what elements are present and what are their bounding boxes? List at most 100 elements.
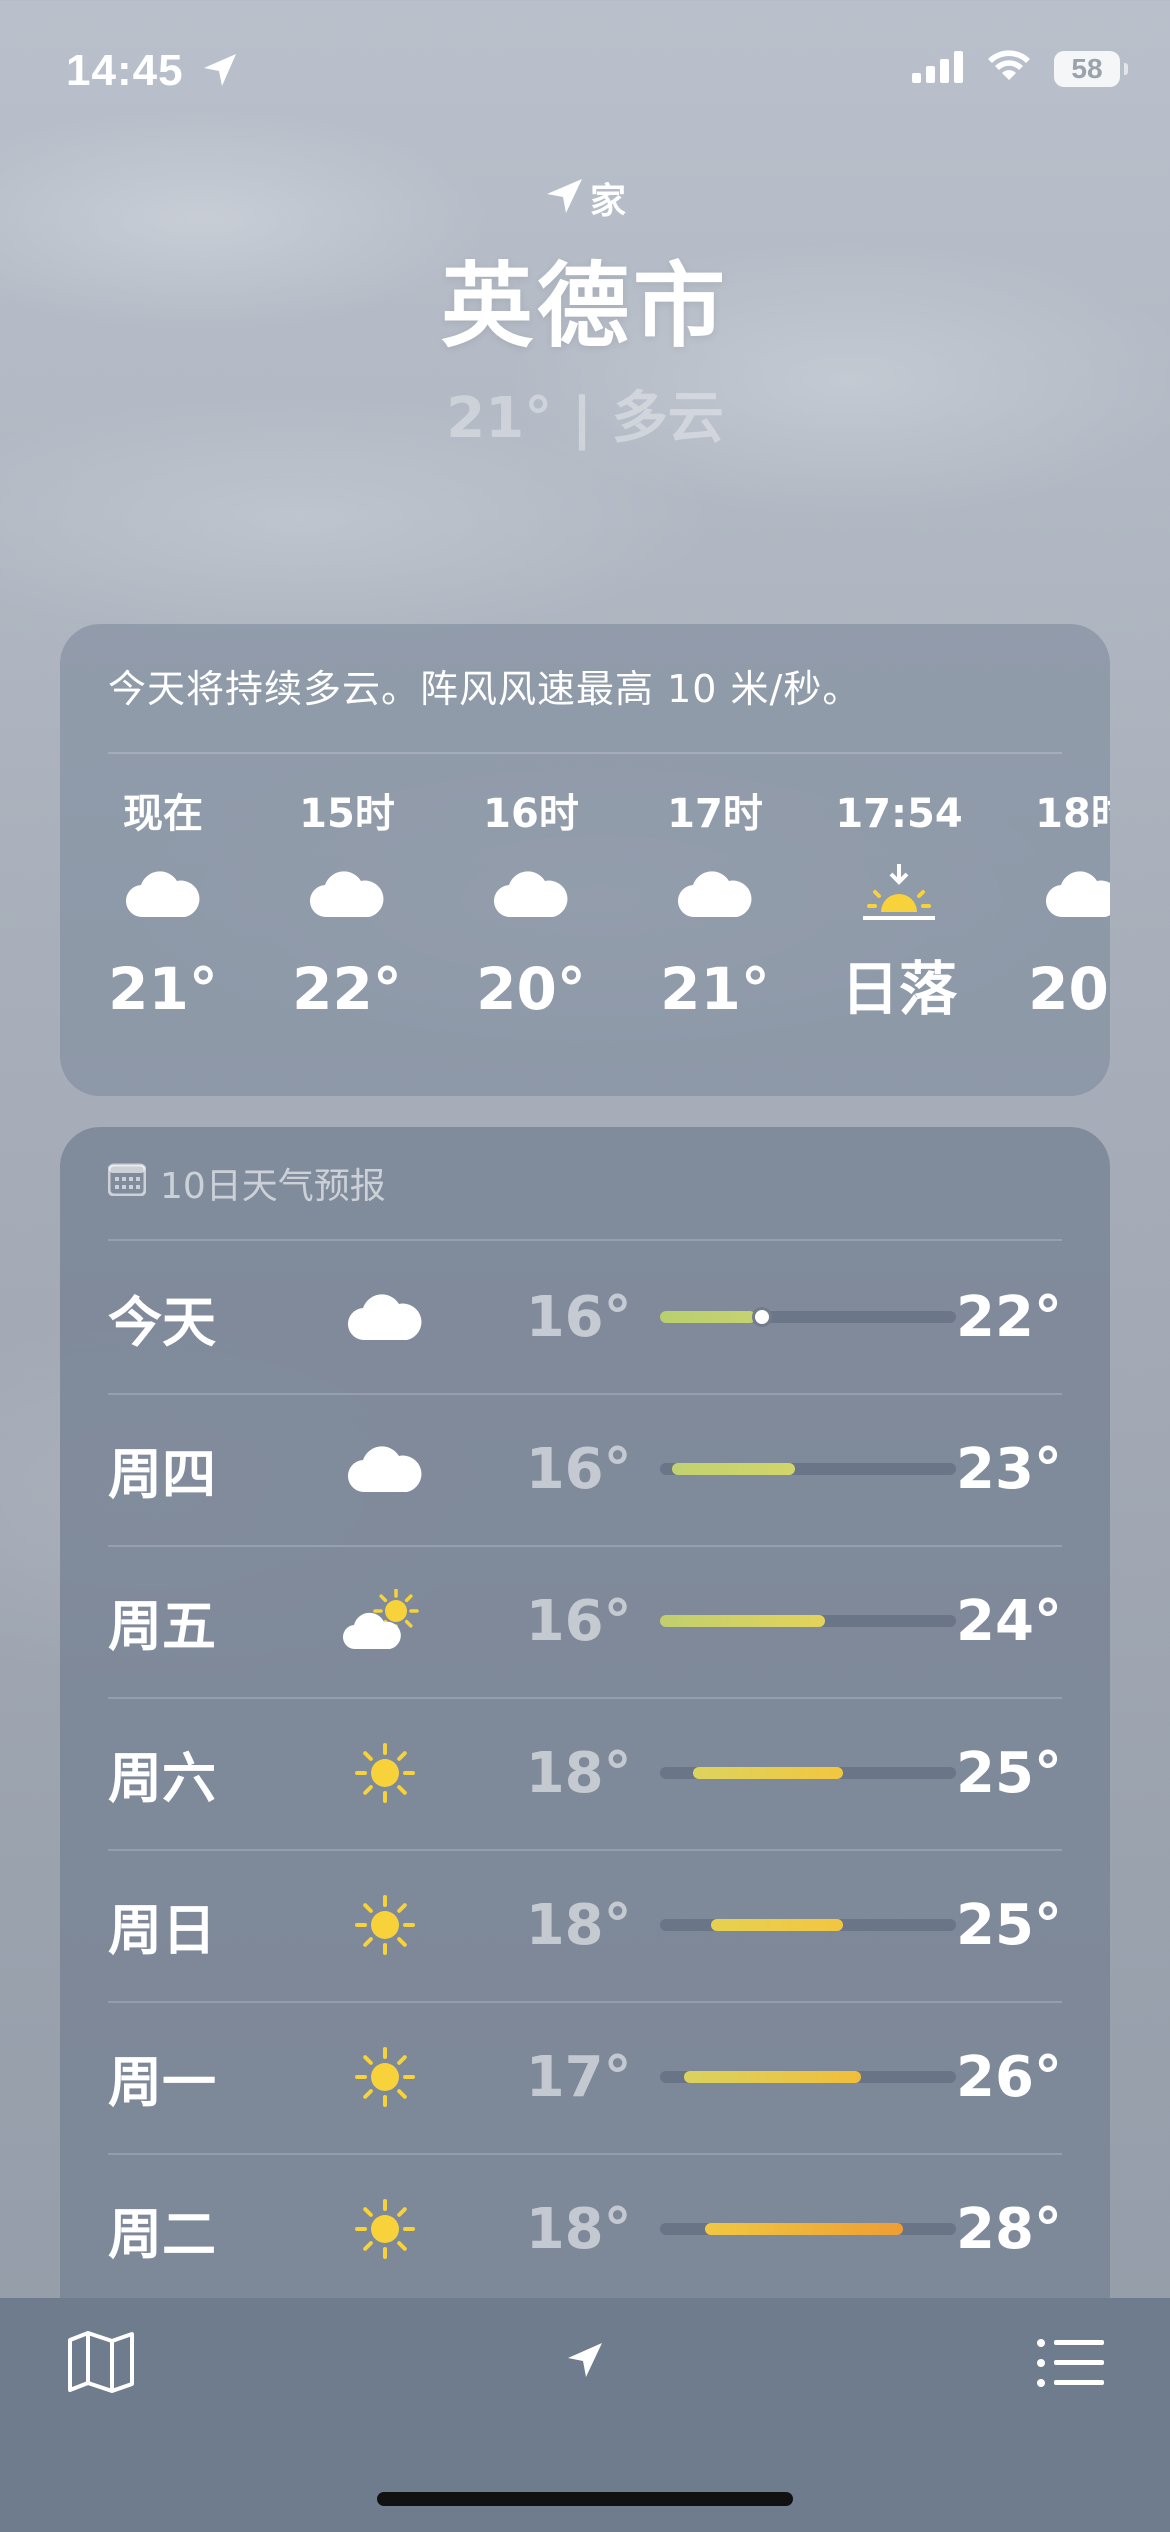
sun-icon [325,1893,444,1957]
location-header: 家 英德市 21° | 多云 [0,170,1170,454]
high-temp: 25° [956,1892,1062,1958]
daily-row[interactable]: 周一 17° 26° [108,2001,1062,2153]
temperature-range-fill [692,1767,843,1779]
daily-row[interactable]: 今天 16° 22° [108,1241,1062,1393]
day-name: 周二 [108,2202,216,2266]
temperature-range-bar [659,2071,957,2083]
summary-separator: | [571,386,612,451]
daily-row[interactable]: 周日 18° 25° [108,1849,1062,2001]
temperature-range-bar [659,1463,957,1475]
home-label: 家 [589,181,626,222]
hourly-item: 18时 20° [998,784,1110,1034]
hour-temp: 21° [108,955,218,1023]
hour-temp: 21° [660,955,770,1023]
day-name: 周六 [108,1746,216,1810]
sun-icon [325,2045,444,2109]
hourly-item: 现在 21° [78,784,248,1034]
temperature-range-fill [659,1311,756,1323]
temperature-range-fill [704,2223,903,2235]
status-indicators: 58 [912,50,1128,88]
home-indicator [377,2492,793,2506]
temperature-range-bar [659,1767,957,1779]
day-name: 今天 [108,1290,216,1354]
home-location-row: 家 [0,170,1170,226]
high-temp: 22° [956,1284,1062,1350]
current-summary: 21° | 多云 [0,373,1170,454]
current-condition: 多云 [611,386,724,451]
cellular-signal-icon [912,51,964,87]
daily-row[interactable]: 周五 16° 24° [108,1545,1062,1697]
day-name: 周日 [108,1898,216,1962]
partly-cloudy-icon [325,1589,444,1653]
ten-day-title-label: 10日天气预报 [160,1166,386,1207]
current-temp-marker [751,1307,772,1327]
battery-icon: 58 [1054,51,1128,87]
city-name: 英德市 [440,253,729,360]
hour-label: 现在 [123,791,203,837]
hourly-item: 17:54 日落 [814,784,984,1034]
hour-temp: 日落 [840,955,957,1023]
hourly-item: 17时 21° [630,784,800,1034]
low-temp: 16° [525,1284,632,1350]
temperature-range-fill [710,1919,843,1931]
high-temp: 24° [956,1588,1062,1654]
temperature-range-bar [659,1615,957,1627]
cloud-icon [262,844,432,944]
high-temp: 25° [956,1740,1062,1806]
cloud-icon [325,1292,444,1342]
calendar-icon [107,1162,147,1205]
cloud-icon [78,844,248,944]
day-name: 周一 [108,2050,216,2114]
high-temp: 23° [956,1436,1062,1502]
hourly-summary: 今天将持续多云。阵风风速最高 10 米/秒。 [108,667,862,711]
temperature-range-bar [659,2223,957,2235]
wifi-icon [986,50,1032,88]
hour-label: 15时 [299,791,395,837]
hourly-item: 15时 22° [262,784,432,1034]
status-bar: 14:45 58 [0,0,1170,140]
hour-label: 17时 [667,791,763,837]
hourly-item: 16时 20° [446,784,616,1034]
day-name: 周五 [108,1594,216,1658]
cloud-icon [998,844,1110,944]
sun-icon [325,1741,444,1805]
day-name: 周四 [108,1442,216,1506]
low-temp: 18° [525,1892,632,1958]
daily-row[interactable]: 周四 16° 23° [108,1393,1062,1545]
daily-row[interactable]: 周二 18° 28° [108,2153,1062,2305]
cloud-icon [630,844,800,944]
temperature-range-fill [671,1463,795,1475]
hourly-forecast-card[interactable]: 今天将持续多云。阵风风速最高 10 米/秒。 现在 21° 15时 22° 16时 20°… [60,624,1110,1096]
low-temp: 18° [525,2196,632,2262]
temperature-range-fill [683,2071,861,2083]
location-arrow-icon [544,176,584,220]
low-temp: 18° [525,1740,632,1806]
divider [108,752,1062,754]
location-services-icon [200,50,240,94]
cloud-icon [446,844,616,944]
status-time: 14:45 [66,46,184,95]
hour-temp: 20° [1028,955,1110,1023]
hour-temp: 20° [476,955,586,1023]
daily-row[interactable]: 周六 18° 25° [108,1697,1062,1849]
hour-label: 16时 [483,791,579,837]
temperature-range-fill [659,1615,825,1627]
sunset-icon [814,844,984,944]
high-temp: 26° [956,2044,1062,2110]
low-temp: 16° [525,1436,632,1502]
low-temp: 16° [525,1588,632,1654]
temperature-range-bar [659,1919,957,1931]
hour-label: 17:54 [835,791,963,837]
hour-temp: 22° [292,955,402,1023]
ten-day-title: 10日天气预报 [107,1157,386,1209]
city-list-icon[interactable] [1036,2338,1104,2392]
map-icon[interactable] [66,2330,136,2398]
cloud-icon [325,1444,444,1494]
hourly-scroll[interactable]: 现在 21° 15时 22° 16时 20° 17时 21° 17:54 日落 18时 20° [60,784,1110,1074]
low-temp: 17° [525,2044,632,2110]
current-temp: 21° [446,386,553,451]
current-location-icon[interactable] [565,2340,605,2384]
sun-icon [325,2197,444,2261]
high-temp: 28° [956,2196,1062,2262]
hour-label: 18时 [1035,791,1110,837]
